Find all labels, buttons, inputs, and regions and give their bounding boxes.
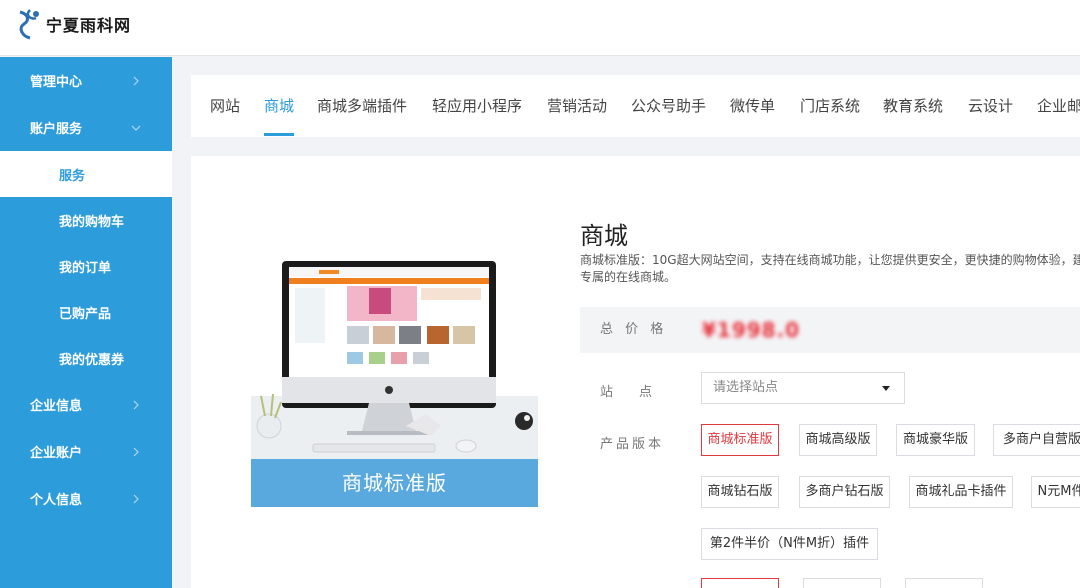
version-label: 产品版本 bbox=[600, 437, 665, 452]
product-title: 商城 bbox=[580, 222, 628, 250]
site-select[interactable]: 请选择站点 bbox=[701, 372, 905, 404]
version-option-partial[interactable] bbox=[701, 578, 779, 588]
version-option-0[interactable]: 商城标准版 bbox=[701, 424, 779, 456]
price-value: ¥1998.0 bbox=[702, 318, 801, 342]
tab-9[interactable]: 云设计 bbox=[968, 75, 1013, 137]
tab-4[interactable]: 营销活动 bbox=[547, 75, 607, 137]
sidebar-item-label: 管理中心 bbox=[30, 75, 83, 90]
chevron-right-icon bbox=[130, 399, 142, 411]
version-option-6[interactable]: 商城礼品卡插件 bbox=[909, 476, 1013, 508]
version-option-5[interactable]: 多商户钻石版 bbox=[799, 476, 890, 508]
sidebar-item-label: 服务 bbox=[59, 168, 86, 184]
tab-7[interactable]: 门店系统 bbox=[800, 75, 860, 137]
price-row: 总 价 格 ¥1998.0 bbox=[580, 307, 1080, 353]
chevron-right-icon bbox=[130, 75, 142, 87]
site-select-placeholder: 请选择站点 bbox=[713, 380, 779, 395]
sidebar-item-account-services[interactable]: 账户服务 bbox=[0, 104, 172, 151]
sidebar: 管理中心账户服务服务我的购物车我的订单已购产品我的优惠券企业信息企业账户个人信息 bbox=[0, 57, 172, 588]
tab-5[interactable]: 公众号助手 bbox=[631, 75, 706, 137]
sidebar-item-coupons[interactable]: 我的优惠券 bbox=[0, 335, 172, 381]
sidebar-item-cart[interactable]: 我的购物车 bbox=[0, 197, 172, 243]
version-option-8[interactable]: 第2件半价（N件M折）插件 bbox=[701, 528, 878, 560]
version-option-3[interactable]: 多商户自营版 bbox=[993, 424, 1080, 456]
version-option-1[interactable]: 商城高级版 bbox=[799, 424, 877, 456]
site-label: 站 点 bbox=[600, 385, 653, 400]
product-description: 商城标准版：10G超大网站空间，支持在线商城功能，让您提供更安全，更快捷的购物体… bbox=[580, 253, 1080, 284]
tab-2[interactable]: 商城多端插件 bbox=[317, 75, 407, 137]
version-option-7[interactable]: N元M件 bbox=[1031, 476, 1080, 508]
brand-logo[interactable]: 宁夏雨科网 bbox=[14, 6, 131, 42]
sidebar-item-personal-info[interactable]: 个人信息 bbox=[0, 475, 172, 522]
sidebar-item-label: 账户服务 bbox=[30, 122, 83, 137]
sidebar-item-label: 企业账户 bbox=[30, 446, 83, 461]
sidebar-item-label: 个人信息 bbox=[30, 493, 83, 508]
tab-0[interactable]: 网站 bbox=[210, 75, 240, 137]
sidebar-item-orders[interactable]: 我的订单 bbox=[0, 243, 172, 289]
sidebar-item-management-center[interactable]: 管理中心 bbox=[0, 57, 172, 104]
chevron-right-icon bbox=[130, 493, 142, 505]
sidebar-item-services[interactable]: 服务 bbox=[0, 151, 172, 197]
product-banner: 商城标准版 bbox=[251, 459, 538, 507]
version-option-partial[interactable] bbox=[905, 578, 983, 588]
sidebar-item-label: 我的优惠券 bbox=[59, 352, 125, 368]
chevron-down-icon bbox=[130, 122, 142, 134]
price-label: 总 价 格 bbox=[600, 322, 668, 337]
sidebar-item-label: 我的购物车 bbox=[59, 214, 125, 230]
brand-name: 宁夏雨科网 bbox=[46, 16, 132, 35]
version-option-partial[interactable] bbox=[803, 578, 881, 588]
tab-6[interactable]: 微传单 bbox=[730, 75, 775, 137]
sidebar-item-label: 已购产品 bbox=[59, 306, 112, 322]
top-header: 宁夏雨科网 bbox=[0, 0, 1080, 56]
sidebar-item-company-info[interactable]: 企业信息 bbox=[0, 381, 172, 428]
version-option-2[interactable]: 商城豪华版 bbox=[896, 424, 975, 456]
caret-down-icon bbox=[882, 386, 890, 391]
sidebar-item-label: 我的订单 bbox=[59, 260, 112, 276]
logo-mark-icon bbox=[14, 6, 44, 42]
product-tab-bar: 网站 商城 商城多端插件 轻应用小程序 营销活动 公众号助手 微传单 门店系统 教育系统 云设计企… bbox=[191, 75, 1080, 137]
chevron-right-icon bbox=[130, 446, 142, 458]
sidebar-item-purchased[interactable]: 已购产品 bbox=[0, 289, 172, 335]
sidebar-item-company-account[interactable]: 企业账户 bbox=[0, 428, 172, 475]
tab-1[interactable]: 商城 bbox=[264, 75, 295, 137]
tab-8[interactable]: 教育系统 bbox=[883, 75, 943, 137]
product-card: 商城标准版 商城 商城标准版：10G超大网站空间，支持在线商城功能，让您提供更安… bbox=[191, 156, 1080, 588]
tab-3[interactable]: 轻应用小程序 bbox=[432, 75, 522, 137]
tab-10[interactable]: 企业邮 bbox=[1037, 75, 1080, 137]
sidebar-item-label: 企业信息 bbox=[30, 399, 83, 414]
version-option-4[interactable]: 商城钻石版 bbox=[701, 476, 779, 508]
